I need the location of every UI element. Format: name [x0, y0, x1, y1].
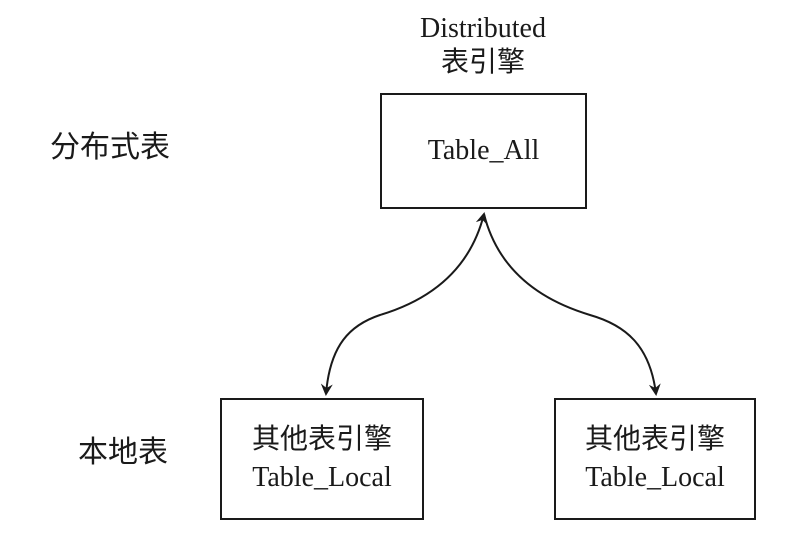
- local-table-box-right: 其他表引擎 Table_Local: [554, 398, 756, 520]
- connector-right: [483, 213, 661, 396]
- local-table-engine-right: 其他表引擎: [584, 424, 725, 455]
- distributed-table-box: Table_All: [380, 93, 587, 209]
- local-table-box-left: 其他表引擎 Table_Local: [220, 398, 424, 520]
- local-table-name-left: Table_Local: [252, 462, 392, 493]
- distributed-table-name: Table_All: [427, 135, 540, 166]
- diagram-canvas: Distributed 表引擎 分布式表 本地表 Table_All 其他表引擎…: [0, 0, 809, 543]
- local-table-name-right: Table_Local: [585, 462, 725, 493]
- local-table-engine-left: 其他表引擎: [251, 424, 392, 455]
- connector-left: [320, 212, 488, 396]
